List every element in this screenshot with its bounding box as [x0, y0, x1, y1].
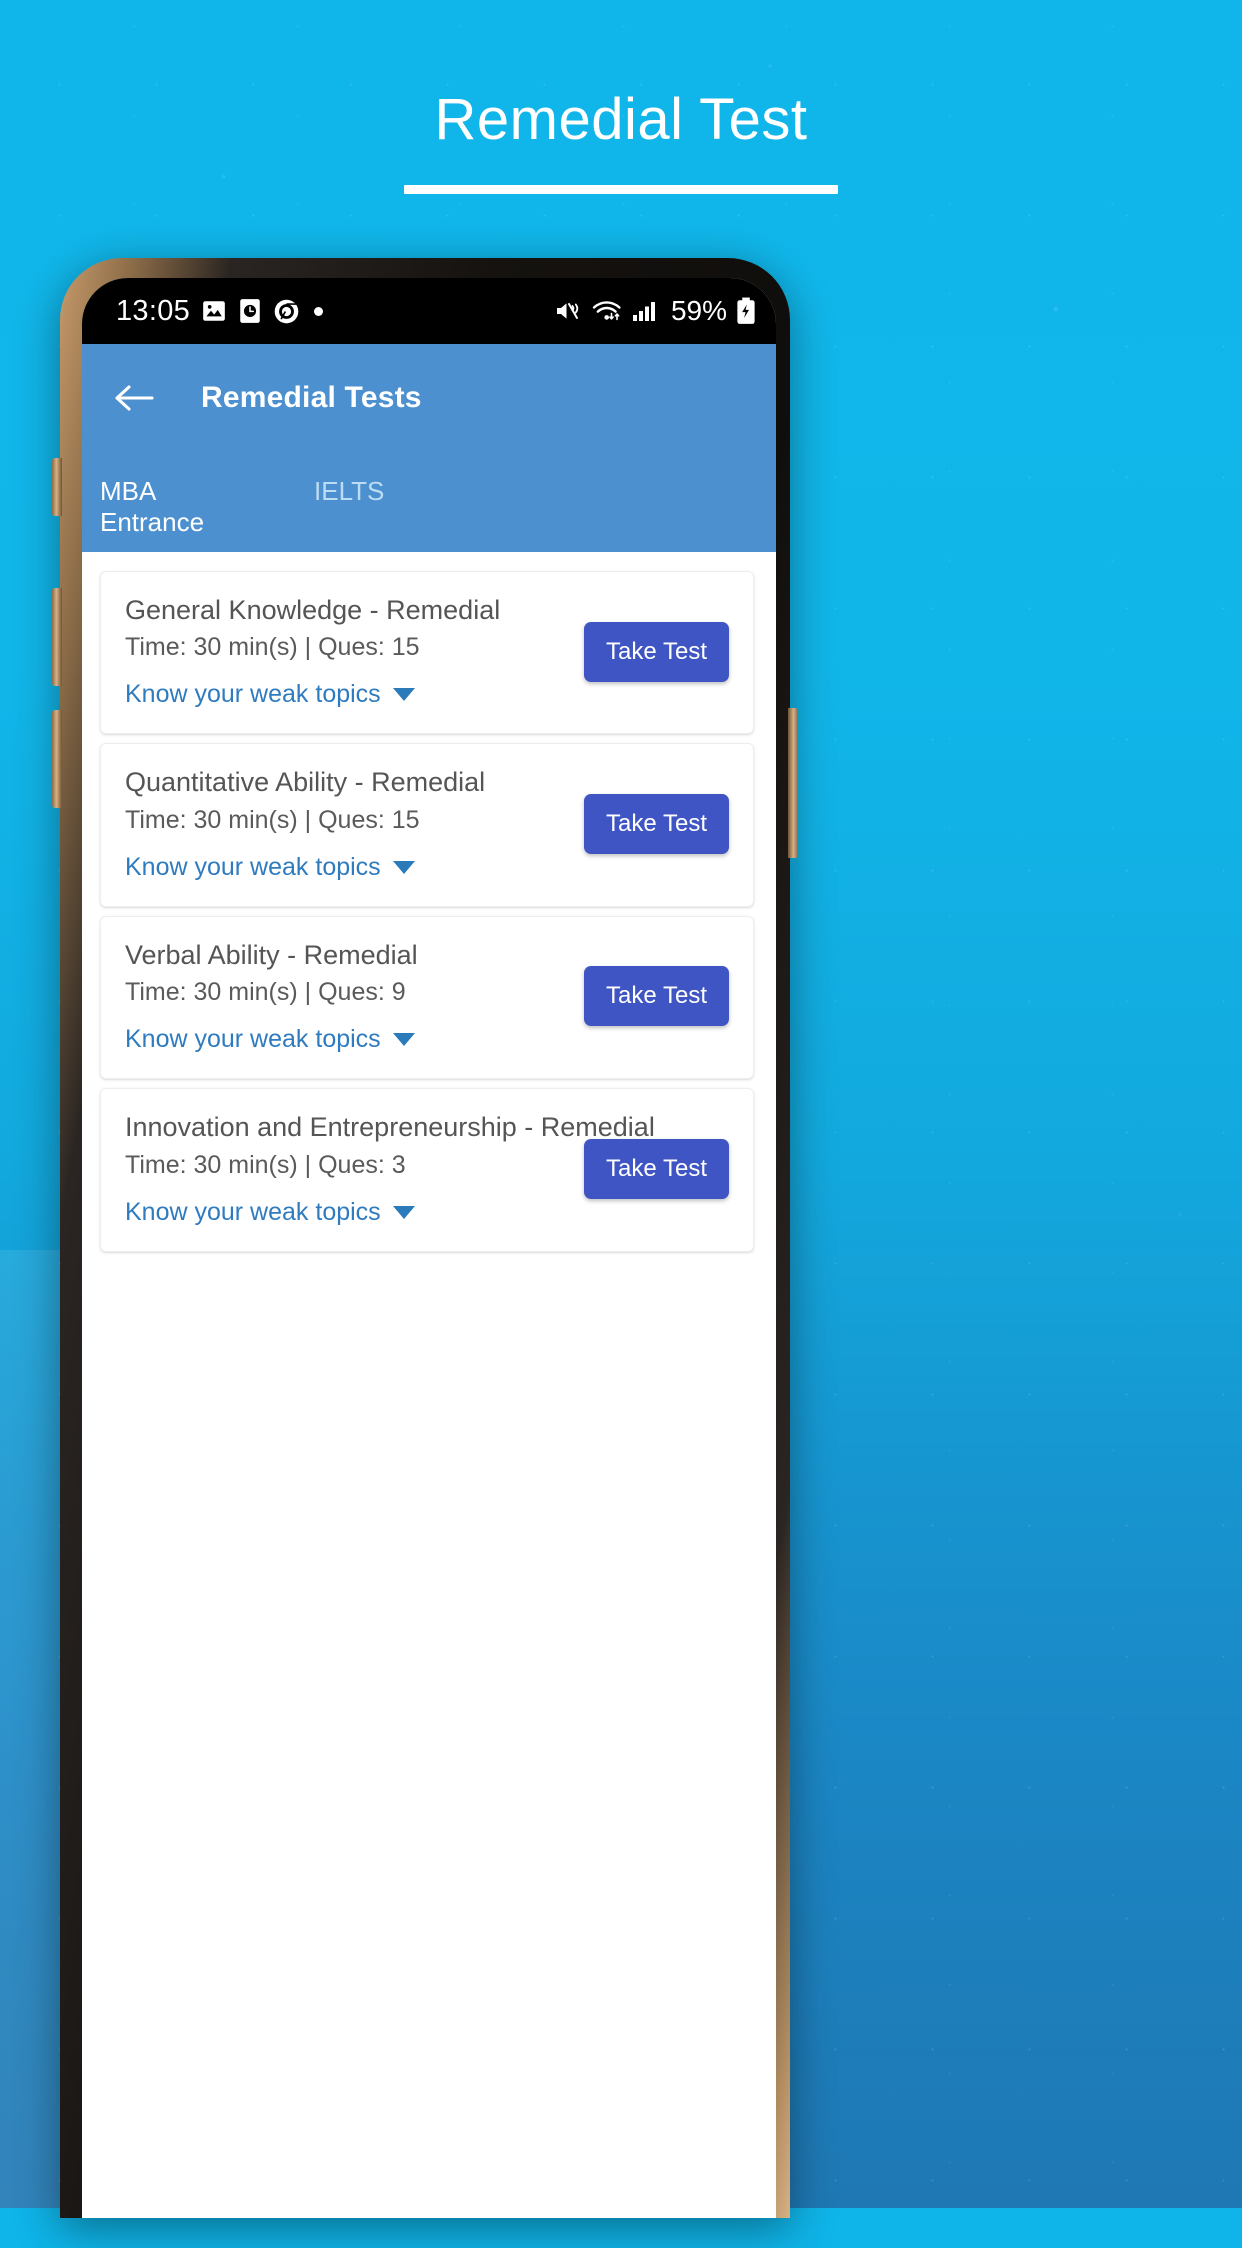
phone-bezel: 13:05 59% Remedial Tests MBA Entrance IE… [82, 278, 776, 2218]
test-card-info: Verbal Ability - Remedial Time: 30 min(s… [125, 939, 584, 1054]
chevron-down-icon [392, 1205, 415, 1219]
test-card-title: Quantitative Ability - Remedial [125, 767, 486, 798]
test-card-info: General Knowledge - Remedial Time: 30 mi… [125, 594, 584, 709]
status-bar-left: 13:05 [116, 295, 554, 328]
tab-mba-entrance-label: MBA Entrance [100, 476, 205, 537]
chevron-down-icon [392, 860, 415, 874]
tab-ielts-label: IELTS [314, 476, 385, 506]
take-test-button[interactable]: Take Test [584, 794, 729, 855]
test-card-title: Verbal Ability - Remedial [125, 939, 418, 970]
test-card-title: Innovation and Entrepreneurship - Remedi… [125, 1112, 655, 1143]
test-card-meta: Time: 30 min(s) | Ques: 15 [125, 633, 420, 662]
chevron-down-icon [392, 1033, 415, 1047]
chrome-icon [273, 298, 300, 325]
test-card[interactable]: Innovation and Entrepreneurship - Remedi… [100, 1088, 754, 1252]
image-icon [201, 298, 227, 324]
phone-side-button-power [788, 708, 798, 858]
phone-side-button-mute [52, 458, 62, 516]
mute-vibrate-icon [554, 298, 582, 324]
tab-mba-entrance[interactable]: MBA Entrance [100, 476, 258, 566]
app-bar-title: Remedial Tests [201, 381, 422, 414]
test-card-info: Quantitative Ability - Remedial Time: 30… [125, 766, 584, 881]
test-card-meta: Time: 30 min(s) | Ques: 9 [125, 978, 406, 1007]
test-card-meta: Time: 30 min(s) | Ques: 15 [125, 805, 420, 834]
know-weak-topics-label: Know your weak topics [125, 852, 381, 881]
page-title: Remedial Test [434, 87, 808, 152]
status-bar: 13:05 59% [82, 278, 776, 344]
know-weak-topics-link[interactable]: Know your weak topics [125, 853, 576, 882]
test-card[interactable]: Quantitative Ability - Remedial Time: 30… [100, 743, 754, 907]
signal-bars-icon [632, 299, 658, 323]
know-weak-topics-link[interactable]: Know your weak topics [125, 680, 576, 709]
know-weak-topics-label: Know your weak topics [125, 1197, 381, 1226]
phone-side-button-volume-down [52, 710, 62, 808]
test-card-meta: Time: 30 min(s) | Ques: 3 [125, 1150, 406, 1179]
know-weak-topics-label: Know your weak topics [125, 680, 381, 709]
tab-ielts[interactable]: IELTS [314, 476, 434, 507]
phone-device-mockup: 13:05 59% Remedial Tests MBA Entrance IE… [52, 258, 1134, 2248]
phone-frame: 13:05 59% Remedial Tests MBA Entrance IE… [52, 258, 798, 2218]
clock-icon [238, 298, 262, 324]
battery-charging-icon [736, 297, 756, 325]
take-test-button[interactable]: Take Test [584, 621, 729, 682]
tab-bar: MBA Entrance IELTS [82, 452, 776, 566]
battery-percent-label: 59% [670, 295, 727, 326]
know-weak-topics-label: Know your weak topics [125, 1025, 381, 1054]
test-card-title: General Knowledge - Remedial [125, 595, 501, 625]
test-card[interactable]: General Knowledge - Remedial Time: 30 mi… [100, 571, 754, 735]
app-bar: Remedial Tests [82, 344, 776, 452]
remedial-test-list: General Knowledge - Remedial Time: 30 mi… [82, 552, 776, 2218]
test-card-info: Innovation and Entrepreneurship - Remedi… [125, 1111, 655, 1227]
take-test-button[interactable]: Take Test [584, 1138, 729, 1199]
back-arrow-icon[interactable] [112, 376, 156, 420]
promo-page: Remedial Test 13:05 59% Remedial Tests M… [0, 0, 1242, 2218]
tab-active-indicator [100, 560, 258, 566]
test-card[interactable]: Verbal Ability - Remedial Time: 30 min(s… [100, 915, 754, 1080]
status-bar-right: 59% [554, 295, 756, 327]
wifi-icon [591, 298, 623, 324]
phone-screen: 13:05 59% Remedial Tests MBA Entrance IE… [82, 278, 776, 2218]
phone-side-button-volume-up [52, 588, 62, 686]
status-clock: 13:05 [116, 294, 191, 327]
title-underline-divider [404, 185, 838, 194]
dot-icon [314, 306, 324, 316]
chevron-down-icon [392, 688, 415, 702]
know-weak-topics-link[interactable]: Know your weak topics [125, 1198, 576, 1227]
take-test-button[interactable]: Take Test [584, 966, 729, 1027]
know-weak-topics-link[interactable]: Know your weak topics [125, 1025, 576, 1054]
